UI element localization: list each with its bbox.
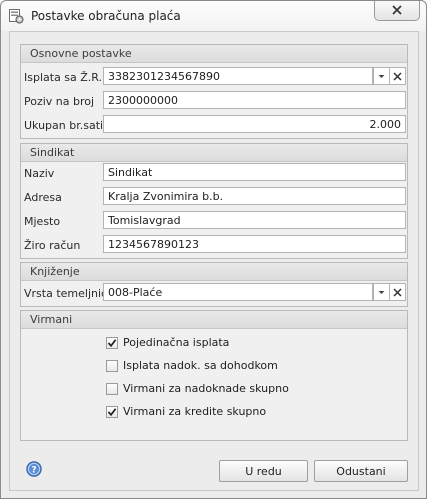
isplata-label: Isplata sa Ž.R. [24,71,103,84]
svg-text:?: ? [31,466,36,476]
sati-label: Ukupan br.sati [24,119,104,132]
checkbox-label: Virmani za kredite skupno [123,405,267,418]
window-title: Postavke obračuna plaća [31,9,181,23]
virmani-nadoknade-checkbox[interactable] [106,383,118,395]
group-header: Knjiženje [21,263,407,281]
ziro-label: Žiro račun [24,239,81,252]
vrsta-temeljnice-combo-input[interactable]: 008-Plaće [103,283,373,301]
checkbox-label: Isplata nadok. sa dohodkom [123,359,278,372]
mjesto-label: Mjesto [24,215,61,228]
isplata-clear-button[interactable] [389,67,406,85]
title-bar: Postavke obračuna plaća [1,1,426,31]
group-sindikat: Sindikat Naziv Sindikat Adresa Kralja Zv… [20,143,408,259]
clear-x-icon [393,288,402,297]
settings-window-icon [9,9,24,24]
vrsta-dropdown-button[interactable] [373,283,390,301]
poziv-label: Poziv na broj [24,95,95,108]
vrsta-temeljnice-label: Vrsta temeljnice [24,287,114,300]
isplata-combo-input[interactable]: 3382301234567890 [103,67,373,85]
naziv-input[interactable]: Sindikat [103,163,406,181]
help-icon[interactable]: ? [26,461,42,477]
pojedinacna-isplata-checkbox[interactable] [106,337,118,349]
group-knjizenje: Knjiženje Vrsta temeljnice 008-Plaće [20,262,408,307]
isplata-nadok-checkbox[interactable] [106,360,118,372]
adresa-label: Adresa [24,191,62,204]
naziv-label: Naziv [24,167,55,180]
close-button[interactable] [374,1,420,21]
dialog-window: Postavke obračuna plaća Osnovne postavke… [0,0,427,499]
checkbox-label: Pojedinačna isplata [123,336,230,349]
ziro-racun-input[interactable]: 1234567890123 [103,235,406,253]
vrsta-clear-button[interactable] [389,283,406,301]
dialog-content: Osnovne postavke Isplata sa Ž.R. 3382301… [9,31,419,491]
cancel-button[interactable]: Odustani [314,460,408,482]
checkmark-icon [107,339,117,348]
checkmark-icon [107,408,117,417]
group-header: Sindikat [21,144,407,162]
ukupan-sati-input[interactable]: 2.000 [103,115,406,133]
clear-x-icon [393,72,402,81]
checkbox-label: Virmani za nadoknade skupno [123,382,289,395]
isplata-dropdown-button[interactable] [373,67,390,85]
virmani-krediti-checkbox[interactable] [106,406,118,418]
adresa-input[interactable]: Kralja Zvonimira b.b. [103,187,406,205]
chevron-down-icon [378,291,385,294]
group-virmani: Virmani Pojedinačna isplata Isplata nado… [20,310,408,441]
poziv-na-broj-input[interactable]: 2300000000 [103,91,406,109]
mjesto-input[interactable]: Tomislavgrad [103,211,406,229]
chevron-down-icon [378,75,385,78]
close-icon [392,5,402,15]
group-header: Osnovne postavke [21,45,407,63]
group-osnovne-postavke: Osnovne postavke Isplata sa Ž.R. 3382301… [20,44,408,139]
group-header: Virmani [21,311,407,329]
ok-button[interactable]: U redu [219,460,308,482]
